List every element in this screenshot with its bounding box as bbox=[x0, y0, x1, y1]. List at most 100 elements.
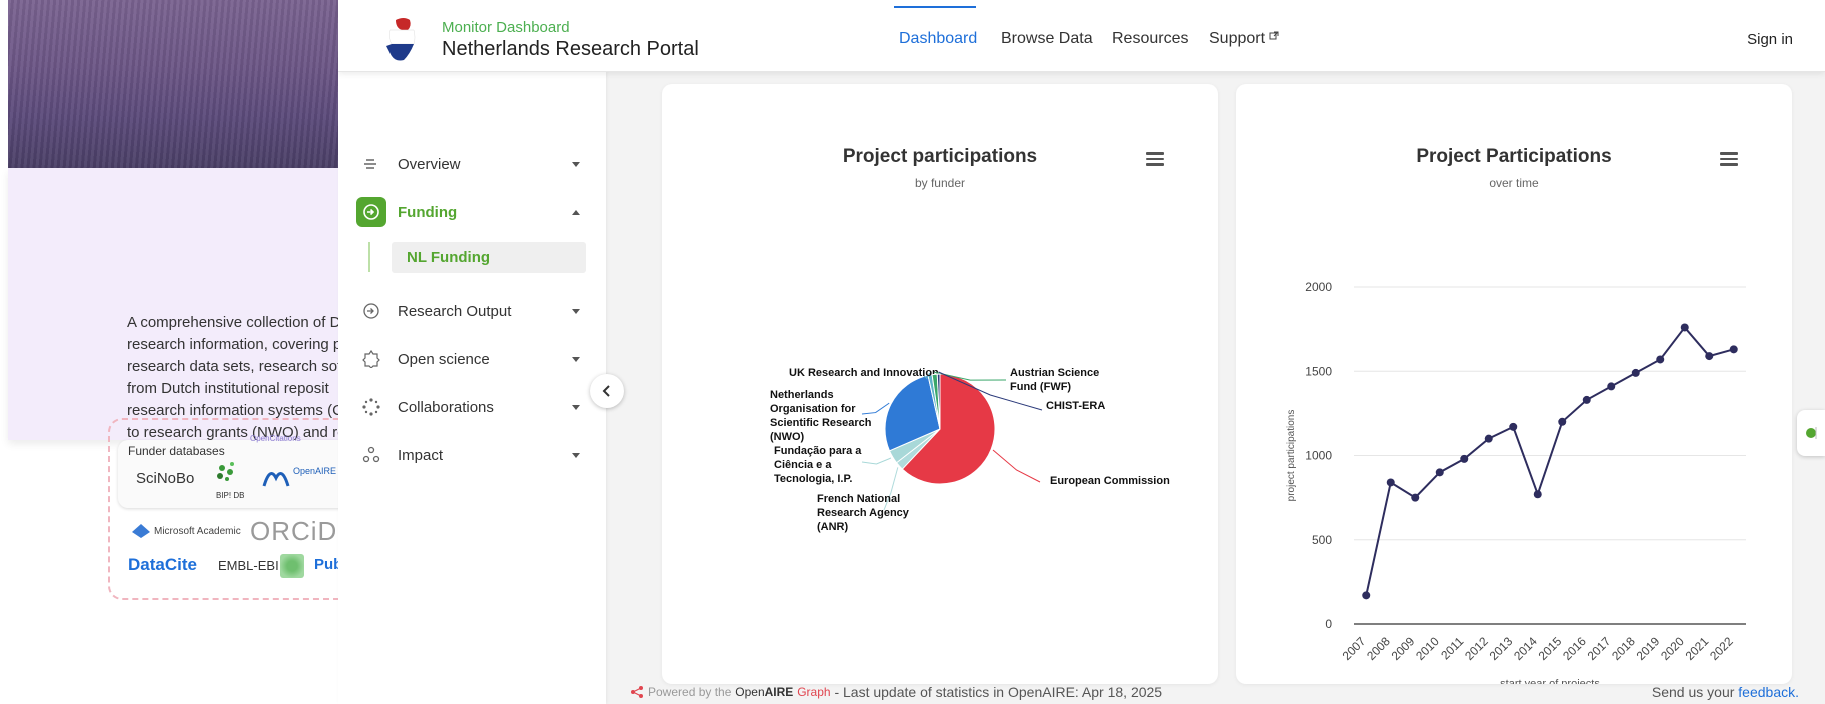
pie-label: Fundação para a Ciência e a Tecnologia, I.… bbox=[774, 445, 862, 485]
netherlands-map-logo-icon[interactable] bbox=[378, 16, 422, 64]
last-update-text: - Last update of statistics in OpenAIRE:… bbox=[834, 684, 1163, 700]
chart-menu-button[interactable] bbox=[1720, 152, 1738, 166]
line-point[interactable] bbox=[1509, 422, 1518, 431]
pie-label-line: Austrian Science bbox=[1010, 367, 1099, 379]
pie-label-line: Tecnologia, I.P. bbox=[774, 473, 852, 485]
graph-share-icon bbox=[631, 686, 643, 698]
y-tick-label: 500 bbox=[1312, 533, 1332, 547]
hamburger-line bbox=[1146, 163, 1164, 166]
nav-dashboard[interactable]: Dashboard bbox=[899, 30, 977, 48]
y-tick-label: 0 bbox=[1325, 617, 1332, 631]
y-axis-label: project participations bbox=[1286, 410, 1297, 502]
line-point[interactable] bbox=[1362, 591, 1371, 600]
chevron-down-icon bbox=[572, 308, 580, 314]
pie-label-line: Netherlands bbox=[770, 389, 834, 401]
line-point[interactable] bbox=[1533, 490, 1542, 499]
graph-text: Graph bbox=[797, 685, 831, 699]
x-tick-label: 2011 bbox=[1438, 634, 1466, 662]
pie-label: CHIST-ERA bbox=[1046, 400, 1105, 412]
footer-powered-by: Powered by the OpenAIRE Graph - Last upd… bbox=[630, 684, 1162, 700]
opencitations-logo: OpenCitations bbox=[250, 434, 301, 443]
description-line: A comprehensive collection of D bbox=[127, 314, 341, 331]
pie-label-line: European Commission bbox=[1050, 475, 1170, 487]
line-point[interactable] bbox=[1656, 355, 1665, 364]
toggle-dot-icon bbox=[1806, 427, 1817, 439]
openaire-logo-text[interactable]: OpenAIRE bbox=[735, 685, 793, 699]
portal-overlay: Monitor Dashboard Netherlands Research P… bbox=[338, 0, 1825, 704]
hamburger-line bbox=[1146, 152, 1164, 155]
line-point[interactable] bbox=[1411, 493, 1420, 502]
line-point[interactable] bbox=[1386, 478, 1395, 487]
side-widget-handle[interactable] bbox=[1797, 410, 1825, 456]
chevron-down-icon bbox=[572, 161, 580, 167]
x-tick-label: 2020 bbox=[1658, 634, 1687, 663]
pie-chart: European Commission French National Resear… bbox=[770, 367, 1170, 533]
x-tick-label: 2018 bbox=[1609, 634, 1638, 663]
send-us-text: Send us your bbox=[1651, 684, 1735, 700]
open-science-icon bbox=[356, 344, 386, 374]
sidebar-item-research-output[interactable]: Research Output bbox=[356, 295, 588, 327]
collapse-sidebar-button[interactable] bbox=[590, 374, 624, 408]
line-point[interactable] bbox=[1558, 417, 1567, 426]
submenu-indicator bbox=[368, 242, 370, 272]
embl-ebi-mark-icon bbox=[280, 554, 304, 578]
line-point[interactable] bbox=[1631, 368, 1640, 377]
research-output-icon bbox=[356, 296, 386, 326]
x-tick-label: 2007 bbox=[1340, 634, 1369, 663]
scinobo-logo: SciNoBo bbox=[136, 470, 195, 487]
x-tick-label: 2008 bbox=[1364, 634, 1393, 663]
pie-label-line: Fund (FWF) bbox=[1010, 381, 1071, 393]
openaire-usagecounts-logo bbox=[262, 464, 290, 491]
active-tab-indicator bbox=[894, 6, 976, 8]
line-point[interactable] bbox=[1435, 468, 1444, 477]
line-point[interactable] bbox=[1729, 345, 1738, 354]
line-point[interactable] bbox=[1460, 454, 1469, 463]
sidebar-item-impact[interactable]: Impact bbox=[356, 439, 588, 471]
line-point[interactable] bbox=[1607, 382, 1616, 391]
pie-label-line: (NWO) bbox=[770, 431, 805, 443]
chevron-down-icon bbox=[572, 356, 580, 362]
impact-icon bbox=[356, 440, 386, 470]
sidebar: Overview Funding NL Funding Research Out… bbox=[338, 72, 606, 704]
nav-support-label: Support bbox=[1209, 30, 1266, 47]
line-point[interactable] bbox=[1582, 395, 1591, 404]
feedback-link[interactable]: feedback. bbox=[1738, 684, 1799, 700]
pie-label-line: Scientific Research bbox=[770, 417, 872, 429]
chevron-up-icon bbox=[572, 209, 580, 215]
top-navigation-bar: Monitor Dashboard Netherlands Research P… bbox=[338, 0, 1825, 72]
nav-browse-data[interactable]: Browse Data bbox=[1001, 30, 1093, 48]
sidebar-item-label: Funding bbox=[398, 203, 458, 221]
sidebar-item-collaborations[interactable]: Collaborations bbox=[356, 391, 588, 423]
embl-ebi-logo: EMBL-EBI bbox=[218, 558, 279, 573]
sidebar-item-label: Impact bbox=[398, 446, 444, 464]
sign-in-link[interactable]: Sign in bbox=[1747, 31, 1793, 48]
nav-support[interactable]: Support bbox=[1209, 30, 1279, 48]
chevron-down-icon bbox=[572, 404, 580, 410]
chart-menu-button[interactable] bbox=[1146, 152, 1164, 166]
line-point[interactable] bbox=[1484, 434, 1493, 443]
line-point[interactable] bbox=[1680, 323, 1689, 332]
x-tick-label: 2022 bbox=[1707, 634, 1736, 663]
nav-resources[interactable]: Resources bbox=[1112, 30, 1188, 48]
feedback-section: Send us your feedback. bbox=[1652, 684, 1799, 700]
brand-title[interactable]: Netherlands Research Portal bbox=[442, 38, 699, 61]
line-point[interactable] bbox=[1705, 352, 1714, 361]
ms-academic-text: Microsoft Academic bbox=[154, 525, 241, 537]
x-tick-label: 2010 bbox=[1413, 634, 1442, 663]
hamburger-line bbox=[1146, 157, 1164, 160]
sidebar-item-funding[interactable]: Funding bbox=[356, 196, 588, 228]
funder-databases-label: Funder databases bbox=[128, 444, 225, 458]
sidebar-item-overview[interactable]: Overview bbox=[356, 148, 588, 180]
pie-label-line: CHIST-ERA bbox=[1046, 400, 1105, 412]
pie-label-line: Fundação para a bbox=[774, 445, 862, 457]
pie-label: Austrian Science Fund (FWF) bbox=[1010, 367, 1099, 393]
lines-icon bbox=[356, 149, 386, 179]
datacite-logo: DataCite bbox=[128, 555, 197, 574]
openaire-mark-icon bbox=[262, 472, 290, 487]
sidebar-subitem-nl-funding[interactable]: NL Funding bbox=[392, 242, 586, 273]
pie-label-line: Ciência e a bbox=[774, 459, 832, 471]
line-chart-card: Project Participations over time 0 500 100… bbox=[1236, 84, 1792, 684]
collaborations-icon bbox=[356, 392, 386, 422]
x-tick-label: 2017 bbox=[1585, 634, 1614, 663]
sidebar-item-open-science[interactable]: Open science bbox=[356, 343, 588, 375]
